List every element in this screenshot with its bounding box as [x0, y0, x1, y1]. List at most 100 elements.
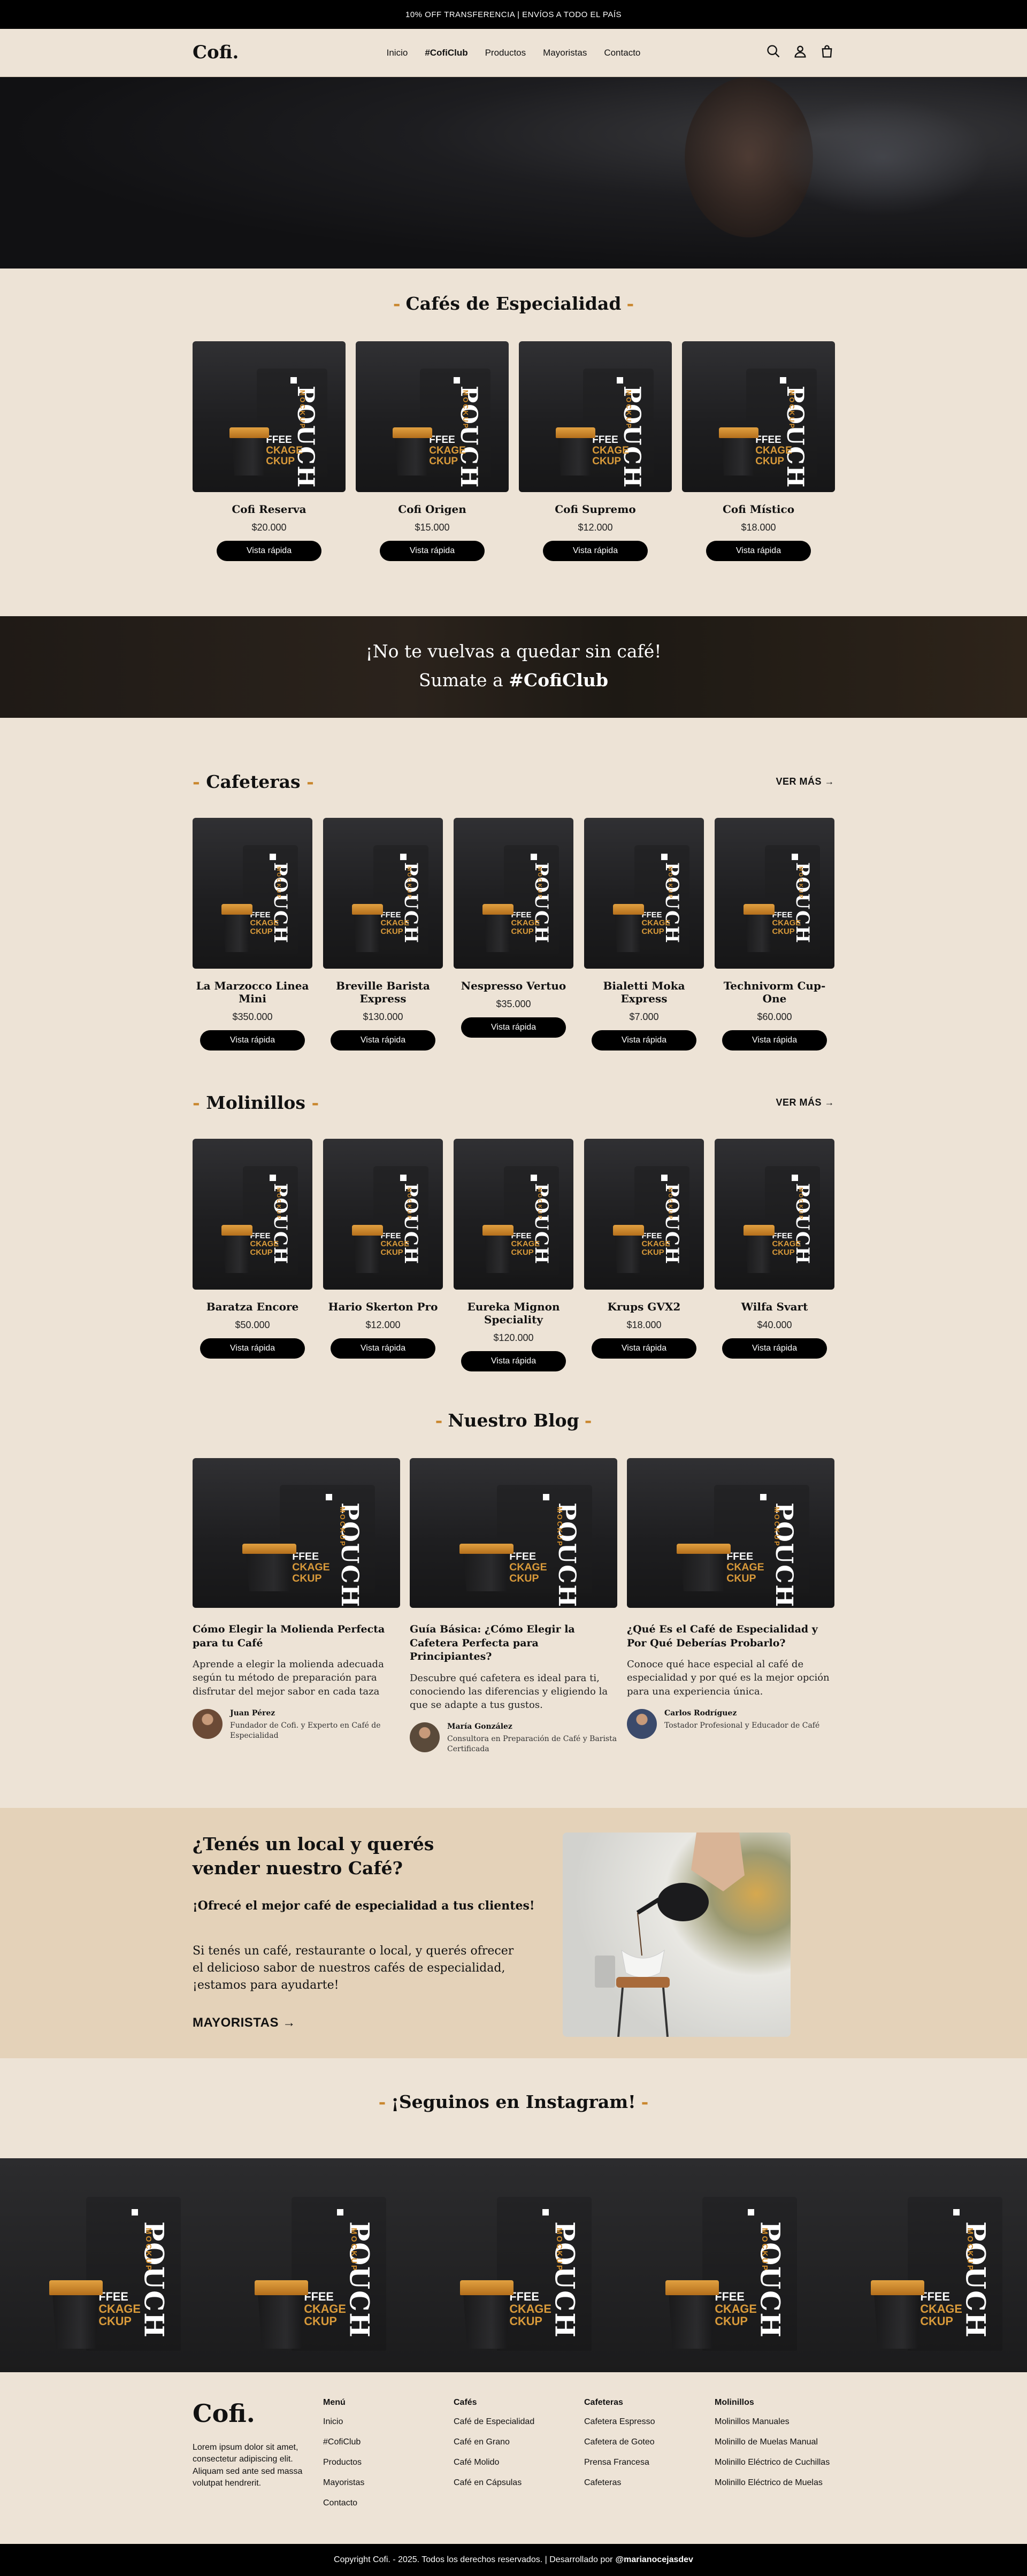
product-image[interactable]: POUCH MOCKUP FFEE CKAGE CKUP — [454, 1139, 573, 1290]
footer-link[interactable]: Productos — [323, 2458, 364, 2467]
search-icon[interactable] — [766, 44, 781, 59]
quick-view-button[interactable]: Vista rápida — [380, 541, 485, 561]
quick-view-button[interactable]: Vista rápida — [461, 1017, 566, 1038]
quick-view-button[interactable]: Vista rápida — [200, 1338, 305, 1359]
product-card[interactable]: POUCH MOCKUP FFEE CKAGE CKUP Breville Barista… — [323, 818, 443, 1051]
blog-image[interactable]: POUCH MOCKUP FFEE CKAGE CKUP — [627, 1458, 834, 1608]
product-card[interactable]: POUCH MOCKUP FFEE CKAGE CKUP La Marzocco Line… — [193, 818, 312, 1051]
product-image[interactable]: POUCH MOCKUP FFEE CKAGE CKUP — [584, 818, 704, 969]
footer-link[interactable]: Molinillo Eléctrico de Muelas — [715, 2478, 830, 2488]
product-card[interactable]: POUCH MOCKUP FFEE CKAGE CKUP Nespresso Vertuo… — [454, 818, 573, 1038]
author-role: Fundador de Cofi. y Experto en Café de E… — [230, 1721, 381, 1740]
instagram-post[interactable]: POUCH MOCKUP FFEE CKAGE CKUP — [822, 2158, 1027, 2372]
nav-mayoristas[interactable]: Mayoristas — [543, 48, 587, 58]
product-card[interactable]: POUCH MOCKUP FFEE CKAGE CKUP Cofi Supremo $12.… — [519, 341, 672, 561]
product-card[interactable]: POUCH MOCKUP FFEE CKAGE CKUP Cofi Reserva $20.… — [193, 341, 346, 561]
footer-link[interactable]: #CofiClub — [323, 2437, 364, 2447]
footer-link[interactable]: Mayoristas — [323, 2478, 364, 2488]
quick-view-button[interactable]: Vista rápida — [592, 1338, 696, 1359]
footer-column-title: Molinillos — [715, 2398, 754, 2407]
quick-view-button[interactable]: Vista rápida — [722, 1030, 827, 1051]
blog-title[interactable]: ¿Qué Es el Café de Especialidad y Por Qu… — [627, 1623, 834, 1650]
nav-productos[interactable]: Productos — [485, 48, 526, 58]
product-price: $15.000 — [415, 522, 450, 533]
blog-card[interactable]: POUCH MOCKUP FFEE CKAGE CKUP ¿Qué Es el Café … — [627, 1458, 834, 1739]
cafeteras-ver-mas-link[interactable]: VER MÁS → — [776, 776, 834, 787]
product-card[interactable]: POUCH MOCKUP FFEE CKAGE CKUP Cofi Origen $15.0… — [356, 341, 509, 561]
quick-view-button[interactable]: Vista rápida — [543, 541, 648, 561]
product-name: Cofi Supremo — [555, 503, 636, 516]
quick-view-button[interactable]: Vista rápida — [706, 541, 811, 561]
product-image[interactable]: POUCH MOCKUP FFEE CKAGE CKUP — [323, 818, 443, 969]
nav-contacto[interactable]: Contacto — [604, 48, 640, 58]
molinillos-header: - Molinillos - VER MÁS → — [193, 1092, 834, 1113]
blog-image[interactable]: POUCH MOCKUP FFEE CKAGE CKUP — [410, 1458, 617, 1608]
product-image[interactable]: POUCH MOCKUP FFEE CKAGE CKUP — [715, 1139, 834, 1290]
product-image[interactable]: POUCH MOCKUP FFEE CKAGE CKUP — [454, 818, 573, 969]
nav-cofi-club[interactable]: #CofiClub — [425, 48, 467, 58]
blog-card[interactable]: POUCH MOCKUP FFEE CKAGE CKUP Guía Básica: ¿Có… — [410, 1458, 617, 1754]
quick-view-button[interactable]: Vista rápida — [331, 1338, 435, 1359]
quick-view-button[interactable]: Vista rápida — [461, 1351, 566, 1371]
product-image[interactable]: POUCH MOCKUP FFEE CKAGE CKUP — [193, 818, 312, 969]
product-card[interactable]: POUCH MOCKUP FFEE CKAGE CKUP Technivorm Cup-O… — [715, 818, 834, 1051]
product-image[interactable]: POUCH MOCKUP FFEE CKAGE CKUP — [682, 341, 835, 492]
cup-mockup — [612, 903, 644, 952]
footer-link[interactable]: Café en Cápsulas — [454, 2478, 534, 2488]
product-card[interactable]: POUCH MOCKUP FFEE CKAGE CKUP Krups GVX2 $18.00… — [584, 1139, 704, 1359]
quick-view-button[interactable]: Vista rápida — [331, 1030, 435, 1051]
blog-title[interactable]: Cómo Elegir la Molienda Perfecta para tu… — [193, 1623, 400, 1650]
product-image[interactable]: POUCH MOCKUP FFEE CKAGE CKUP — [519, 341, 672, 492]
instagram-post[interactable]: POUCH MOCKUP FFEE CKAGE CKUP — [205, 2158, 411, 2372]
product-image[interactable]: POUCH MOCKUP FFEE CKAGE CKUP — [193, 341, 346, 492]
blog-author: Juan Pérez Fundador de Cofi. y Experto en… — [193, 1708, 400, 1741]
cofi-club-banner[interactable]: ¡No te vuelvas a quedar sin café! Sumate… — [0, 616, 1027, 718]
footer-link[interactable]: Cafetera de Goteo — [584, 2437, 655, 2447]
product-card[interactable]: POUCH MOCKUP FFEE CKAGE CKUP Eureka Mignon Sp… — [454, 1139, 573, 1371]
cup-mockup — [459, 1543, 514, 1592]
footer-link[interactable]: Cafetera Espresso — [584, 2417, 655, 2427]
footer-link[interactable]: Molinillos Manuales — [715, 2417, 830, 2427]
product-image[interactable]: POUCH MOCKUP FFEE CKAGE CKUP — [323, 1139, 443, 1290]
footer-link[interactable]: Café Molido — [454, 2458, 534, 2467]
footer-link[interactable]: Molinillo Eléctrico de Cuchillas — [715, 2458, 830, 2467]
footer-link[interactable]: Prensa Francesa — [584, 2458, 655, 2467]
instagram-post[interactable]: POUCH MOCKUP FFEE CKAGE CKUP — [0, 2158, 205, 2372]
instagram-post[interactable]: POUCH MOCKUP FFEE CKAGE CKUP — [616, 2158, 822, 2372]
product-image[interactable]: POUCH MOCKUP FFEE CKAGE CKUP — [715, 818, 834, 969]
quick-view-button[interactable]: Vista rápida — [592, 1030, 696, 1051]
footer-link[interactable]: Contacto — [323, 2498, 364, 2508]
footer-link[interactable]: Café en Grano — [454, 2437, 534, 2447]
blog-image[interactable]: POUCH MOCKUP FFEE CKAGE CKUP — [193, 1458, 400, 1608]
product-image[interactable]: POUCH MOCKUP FFEE CKAGE CKUP — [584, 1139, 704, 1290]
footer-link[interactable]: Café de Especialidad — [454, 2417, 534, 2427]
molinillos-ver-mas-link[interactable]: VER MÁS → — [776, 1097, 834, 1108]
nav-inicio[interactable]: Inicio — [387, 48, 408, 58]
user-icon[interactable] — [793, 44, 808, 59]
mayoristas-link[interactable]: MAYORISTAS → — [193, 2015, 296, 2030]
site-footer: Cofi. Lorem ipsum dolor sit amet, consec… — [0, 2372, 1027, 2541]
developer-link[interactable]: @marianocejasdev — [616, 2555, 693, 2565]
product-name: Cofi Místico — [722, 503, 795, 516]
product-card[interactable]: POUCH MOCKUP FFEE CKAGE CKUP Wilfa Svart $40.0… — [715, 1139, 834, 1359]
quick-view-button[interactable]: Vista rápida — [200, 1030, 305, 1051]
blog-title[interactable]: Guía Básica: ¿Cómo Elegir la Cafetera Pe… — [410, 1623, 617, 1664]
quick-view-button[interactable]: Vista rápida — [722, 1338, 827, 1359]
instagram-post[interactable]: POUCH MOCKUP FFEE CKAGE CKUP — [411, 2158, 616, 2372]
footer-logo[interactable]: Cofi. — [193, 2399, 255, 2428]
product-image[interactable]: POUCH MOCKUP FFEE CKAGE CKUP — [356, 341, 509, 492]
product-card[interactable]: POUCH MOCKUP FFEE CKAGE CKUP Bialetti Moka Ex… — [584, 818, 704, 1051]
product-image[interactable]: POUCH MOCKUP FFEE CKAGE CKUP — [193, 1139, 312, 1290]
footer-link[interactable]: Inicio — [323, 2417, 364, 2427]
product-card[interactable]: POUCH MOCKUP FFEE CKAGE CKUP Baratza Encore $5… — [193, 1139, 312, 1359]
cart-icon[interactable] — [819, 44, 834, 59]
section-title-especialidad: - Cafés de Especialidad - — [393, 293, 634, 314]
footer-link[interactable]: Cafeteras — [584, 2478, 655, 2488]
product-price: $60.000 — [757, 1011, 792, 1022]
blog-card[interactable]: POUCH MOCKUP FFEE CKAGE CKUP Cómo Elegir la M… — [193, 1458, 400, 1741]
product-card[interactable]: POUCH MOCKUP FFEE CKAGE CKUP Cofi Místico $18.… — [682, 341, 835, 561]
footer-link[interactable]: Molinillo de Muelas Manual — [715, 2437, 830, 2447]
product-name: Hario Skerton Pro — [328, 1300, 438, 1313]
product-card[interactable]: POUCH MOCKUP FFEE CKAGE CKUP Hario Skerton Pr… — [323, 1139, 443, 1359]
quick-view-button[interactable]: Vista rápida — [217, 541, 321, 561]
